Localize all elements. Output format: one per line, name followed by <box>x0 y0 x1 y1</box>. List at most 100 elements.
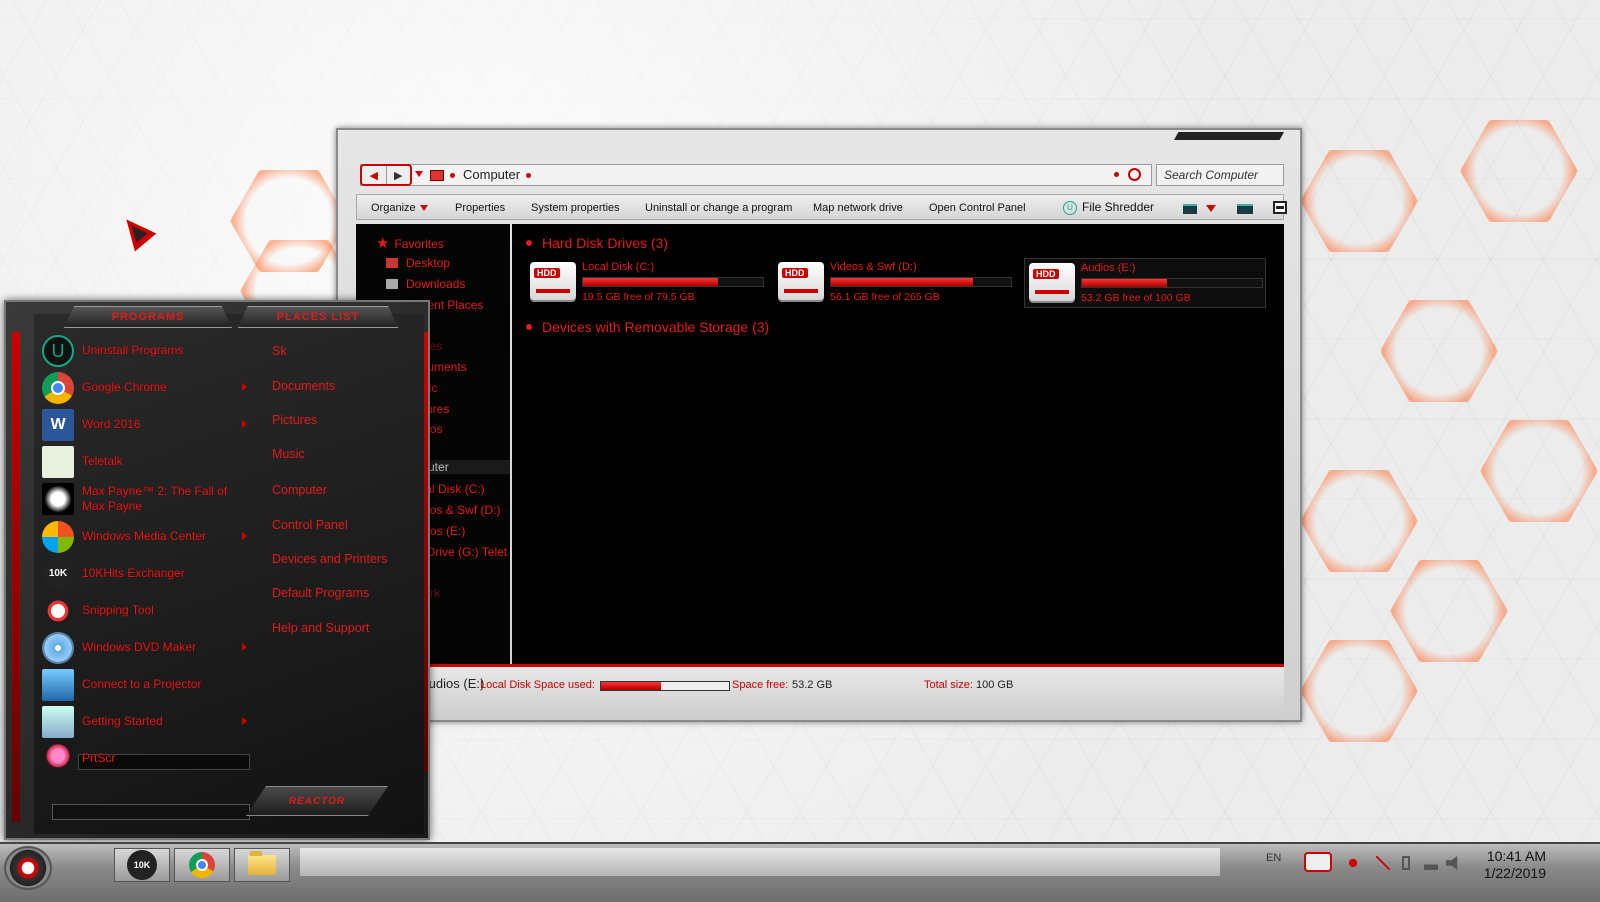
hex-decoration <box>1300 640 1418 742</box>
place-item[interactable]: Computer <box>272 483 327 497</box>
properties-button[interactable]: Properties <box>455 202 505 214</box>
drive-tile[interactable]: HDD Local Disk (C:) 19.5 GB free of 79.5… <box>526 258 766 306</box>
program-label: Word 2016 <box>82 417 141 431</box>
back-button[interactable]: ◀ <box>362 166 387 184</box>
taskbar-10khits-button[interactable]: 10K <box>114 848 170 882</box>
program-item[interactable]: W Word 2016 <box>42 408 252 442</box>
drive-free-space: 19.5 GB free of 79.5 GB <box>582 291 695 303</box>
program-label: Snipping Tool <box>82 603 154 617</box>
program-label: Uninstall Programs <box>82 343 184 357</box>
group-removable-storage[interactable]: Devices with Removable Storage (3) <box>542 319 769 335</box>
flag-icon[interactable] <box>1376 856 1390 870</box>
address-dropdown-icon[interactable] <box>1114 172 1119 177</box>
tab-programs[interactable]: PROGRAMS <box>64 306 232 328</box>
uninstall-program-button[interactable]: Uninstall or change a program <box>645 202 792 214</box>
open-control-panel-button[interactable]: Open Control Panel <box>929 202 1026 214</box>
system-properties-button[interactable]: System properties <box>531 202 620 214</box>
preview-pane-icon[interactable] <box>1237 204 1253 214</box>
submenu-arrow-icon <box>242 420 247 428</box>
action-center-icon[interactable] <box>1304 852 1332 872</box>
folder-icon <box>248 851 276 875</box>
start-menu-accent <box>12 332 20 822</box>
refresh-icon[interactable] <box>1128 168 1141 181</box>
program-item[interactable]: Windows DVD Maker <box>42 631 252 665</box>
address-text[interactable]: Computer <box>463 167 520 182</box>
hex-decoration <box>1460 120 1578 222</box>
change-view-icon[interactable] <box>1183 204 1197 214</box>
place-item[interactable]: Music <box>272 447 305 461</box>
breadcrumb-separator-icon[interactable] <box>526 173 531 178</box>
shutdown-button[interactable]: REACTOR <box>246 786 388 816</box>
volume-icon[interactable] <box>1446 856 1458 870</box>
place-item[interactable]: Default Programs <box>272 586 369 600</box>
view-options-dropdown-icon[interactable] <box>1206 205 1216 212</box>
10khits-icon: 10K <box>42 558 74 590</box>
submenu-arrow-icon <box>242 532 247 540</box>
drive-name: Videos & Swf (D:) <box>830 261 917 273</box>
group-hard-disk-drives[interactable]: Hard Disk Drives (3) <box>542 235 668 251</box>
taskbar-chrome-button[interactable] <box>174 848 230 882</box>
place-item[interactable]: Sk <box>272 344 287 358</box>
usage-fill <box>1082 279 1167 287</box>
drive-tile[interactable]: HDD Videos & Swf (D:) 56.1 GB free of 26… <box>774 258 1014 306</box>
place-item[interactable]: Help and Support <box>272 621 369 635</box>
program-label: Teletalk <box>82 454 123 468</box>
usage-fill <box>601 682 662 690</box>
nav-label: Favorites <box>394 237 444 251</box>
forward-button[interactable]: ▶ <box>387 166 411 184</box>
program-item[interactable]: Google Chrome <box>42 371 252 405</box>
place-item[interactable]: Devices and Printers <box>272 552 387 566</box>
app-tray-icon[interactable] <box>1346 856 1360 870</box>
usage-fill <box>831 278 974 286</box>
mouse-cursor-icon <box>115 210 157 252</box>
place-item[interactable]: Control Panel <box>272 518 348 532</box>
content-pane[interactable]: Hard Disk Drives (3) HDD Local Disk (C:)… <box>512 224 1284 664</box>
max-payne-icon <box>42 483 74 515</box>
program-item[interactable]: 10K 10KHits Exchanger <box>42 557 252 591</box>
start-orb-icon[interactable] <box>4 846 52 890</box>
details-pane-icon[interactable] <box>1273 201 1287 214</box>
place-item[interactable]: Documents <box>272 379 335 393</box>
word-icon: W <box>42 409 74 441</box>
nav-favorites[interactable]: ★ Favorites <box>376 234 444 252</box>
nav-desktop[interactable]: Desktop <box>406 256 450 270</box>
program-item[interactable]: Snipping Tool <box>42 594 252 628</box>
drive-tile-selected[interactable]: HDD Audios (E:) 53.2 GB free of 100 GB <box>1024 258 1266 308</box>
drive-usage-bar <box>1081 278 1263 288</box>
map-network-drive-button[interactable]: Map network drive <box>813 202 903 214</box>
explorer-window[interactable]: ◀ ▶ Computer Search Computer Organize Pr… <box>336 128 1302 722</box>
hex-decoration <box>1480 420 1598 522</box>
tab-places-list[interactable]: PLACES LIST <box>238 306 398 328</box>
program-item[interactable]: Connect to a Projector <box>42 668 252 702</box>
group-bullet-icon <box>526 324 532 330</box>
clock-date: 1/22/2019 <box>1483 865 1546 881</box>
breadcrumb-separator-icon <box>450 173 455 178</box>
start-menu[interactable]: PROGRAMS PLACES LIST U Uninstall Program… <box>4 300 430 840</box>
hdd-icon: HDD <box>778 262 824 300</box>
start-search-input[interactable] <box>52 804 250 820</box>
program-item[interactable]: U Uninstall Programs <box>42 334 252 368</box>
language-indicator[interactable]: EN <box>1266 852 1281 864</box>
battery-icon[interactable] <box>1402 856 1410 870</box>
recent-pages-dropdown-icon[interactable] <box>415 171 423 177</box>
program-item[interactable]: Windows Media Center <box>42 520 252 554</box>
program-item[interactable]: Getting Started <box>42 705 252 739</box>
search-input[interactable]: Search Computer <box>1156 164 1284 186</box>
place-item[interactable]: Pictures <box>272 413 317 427</box>
submenu-arrow-icon <box>242 643 247 651</box>
command-toolbar: Organize Properties System properties Un… <box>356 194 1287 220</box>
network-icon[interactable] <box>1424 856 1438 870</box>
program-item[interactable]: Max Payne™ 2: The Fall of Max Payne <box>42 482 252 516</box>
uninstall-icon: U <box>1063 200 1077 215</box>
organize-button[interactable]: Organize <box>371 202 428 214</box>
drive-free-space: 53.2 GB free of 100 GB <box>1081 292 1191 304</box>
program-item[interactable]: PrtScr <box>42 742 252 776</box>
scissors-icon <box>42 595 74 627</box>
taskbar-explorer-button[interactable] <box>234 848 290 882</box>
nav-buttons[interactable]: ◀ ▶ <box>360 164 412 186</box>
program-item[interactable]: Teletalk <box>42 445 252 479</box>
details-pane: Audios (E:) Local Disk Space used: Space… <box>356 664 1284 719</box>
system-clock[interactable]: 10:41 AM 1/22/2019 <box>1484 848 1546 882</box>
nav-downloads[interactable]: Downloads <box>406 277 465 291</box>
file-shredder-button[interactable]: U File Shredder <box>1063 200 1154 215</box>
